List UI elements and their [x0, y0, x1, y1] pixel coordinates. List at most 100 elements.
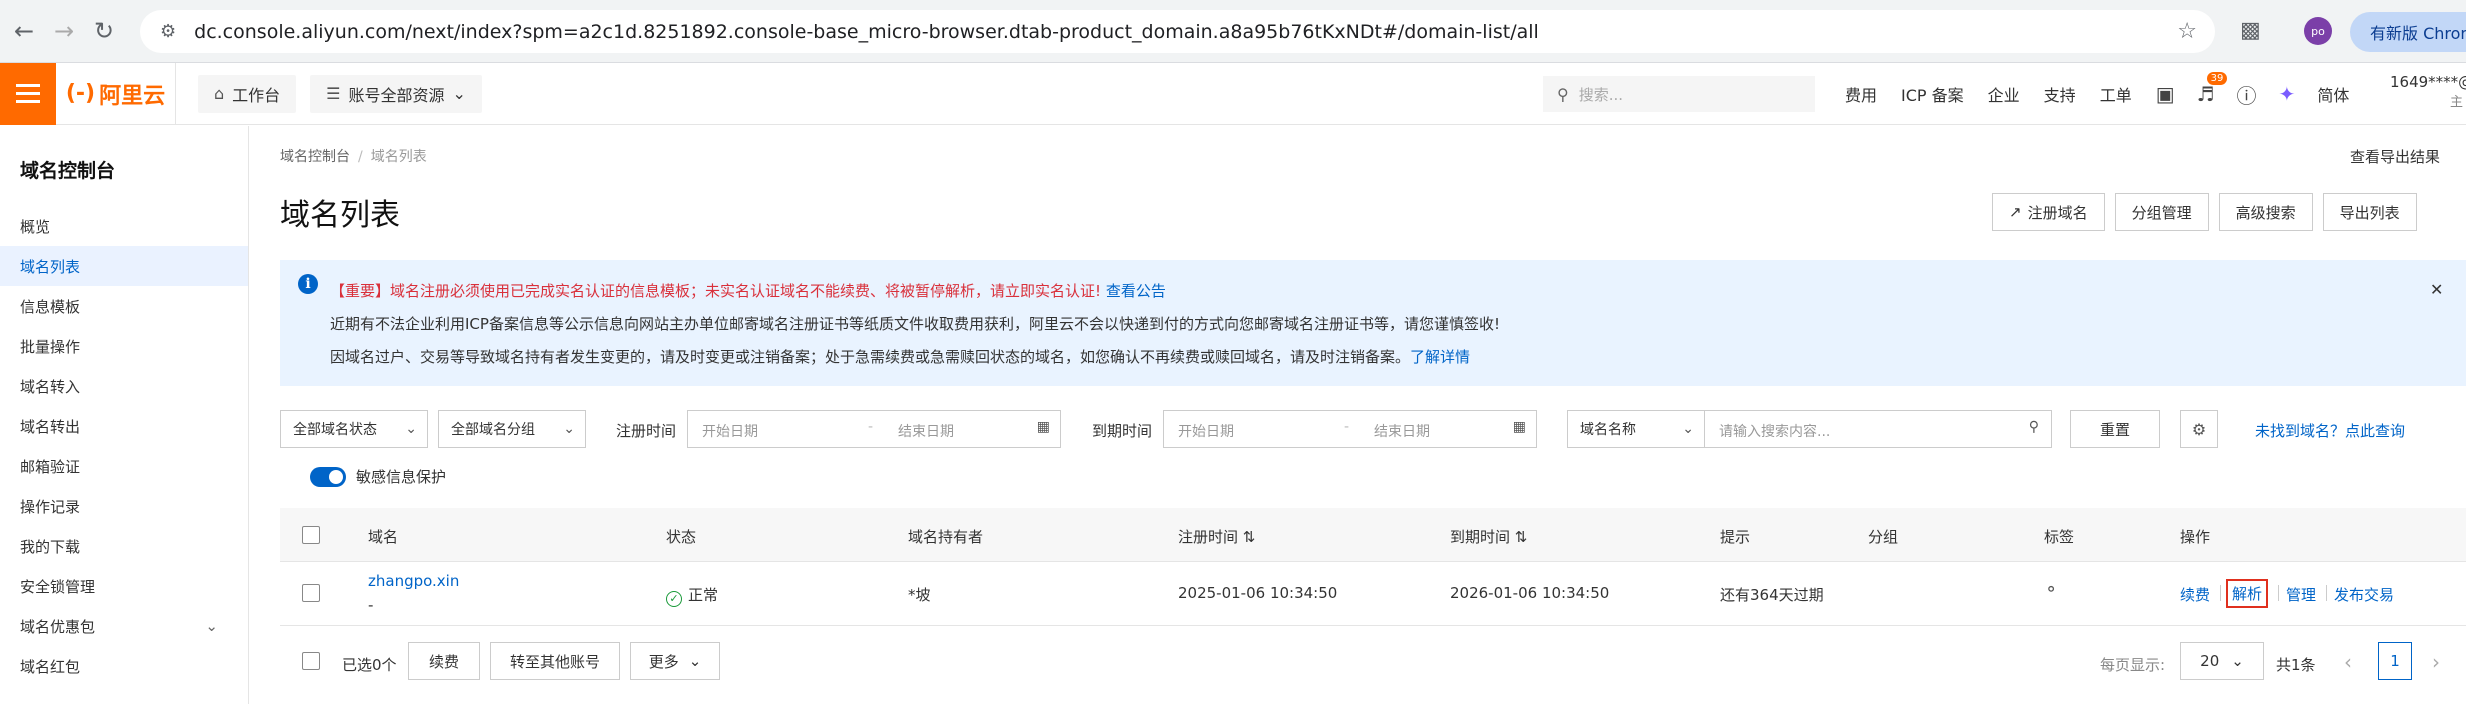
support-link[interactable]: 支持: [2044, 82, 2076, 106]
footer-select-all-checkbox[interactable]: [302, 652, 320, 670]
col-hint: 提示: [1720, 528, 1751, 546]
col-reg-time[interactable]: 注册时间 ⇅: [1178, 526, 1255, 547]
expire-time-label: 到期时间: [1092, 422, 1153, 440]
reg-date-range[interactable]: 开始日期 - 结束日期 ▦: [687, 410, 1061, 448]
sidebar-item-overview[interactable]: 概览: [0, 206, 248, 246]
status-select[interactable]: 全部域名状态 ⌄: [280, 410, 428, 448]
col-actions: 操作: [2180, 528, 2211, 546]
publish-trade-action[interactable]: 发布交易: [2334, 584, 2394, 605]
reset-button[interactable]: 重置: [2070, 410, 2160, 448]
row-checkbox[interactable]: [302, 584, 320, 602]
global-search-input[interactable]: ⚲ 搜索...: [1543, 76, 1815, 112]
sidebar: 域名控制台 概览 域名列表 信息模板 批量操作 域名转入 域名转出 邮箱验证 操…: [0, 126, 249, 704]
sort-icon: ⇅: [1242, 528, 1256, 546]
learn-more-link[interactable]: 了解详情: [1410, 348, 1470, 366]
search-icon: ⚲: [2028, 419, 2039, 435]
sidebar-item-transfer-in[interactable]: 域名转入: [0, 366, 248, 406]
new-chrome-version-button[interactable]: 有新版 Chrome: [2350, 12, 2466, 52]
register-domain-button[interactable]: ↗ 注册域名: [1992, 193, 2105, 231]
resolve-action[interactable]: 解析: [2226, 579, 2269, 608]
more-dropdown[interactable]: 更多 ⌄: [630, 642, 720, 680]
close-icon[interactable]: ✕: [2430, 280, 2443, 299]
help-icon[interactable]: ⓘ: [2237, 80, 2257, 109]
sidebar-item-email-verify[interactable]: 邮箱验证: [0, 446, 248, 486]
domain-sub: -: [368, 596, 374, 614]
breadcrumb-console[interactable]: 域名控制台: [280, 149, 350, 165]
domain-name-link[interactable]: zhangpo.xin: [368, 572, 459, 590]
ticket-link[interactable]: 工单: [2100, 82, 2132, 106]
select-all-checkbox[interactable]: [302, 526, 320, 544]
profile-avatar[interactable]: po: [2304, 17, 2332, 45]
back-icon[interactable]: ←: [4, 11, 44, 51]
billing-link[interactable]: 费用: [1845, 82, 1877, 106]
col-expire-time[interactable]: 到期时间 ⇅: [1450, 526, 1527, 547]
terminal-icon[interactable]: ▣: [2156, 82, 2175, 106]
sidebar-item-red-packet[interactable]: 域名红包: [0, 646, 248, 686]
export-list-button[interactable]: 导出列表: [2322, 193, 2417, 231]
address-bar[interactable]: ⚙ dc.console.aliyun.com/next/index?spm=a…: [140, 10, 2215, 53]
view-announcement-link[interactable]: 查看公告: [1106, 282, 1166, 300]
bell-icon[interactable]: ♬ 39: [2197, 72, 2228, 106]
workbench-button[interactable]: ⌂ 工作台: [198, 74, 297, 113]
status-cell: ✓ 正常: [666, 584, 718, 607]
privacy-toggle-label: 敏感信息保护: [356, 468, 447, 486]
owner-cell: *坡: [908, 586, 931, 604]
next-page-icon[interactable]: ›: [2432, 650, 2440, 674]
sidebar-item-info-template[interactable]: 信息模板: [0, 286, 248, 326]
sidebar-item-transfer-out[interactable]: 域名转出: [0, 406, 248, 446]
filter-bar: 全部域名状态 ⌄ 全部域名分组 ⌄ 注册时间 开始日期 - 结束日期 ▦ 到期时间 开始日…: [280, 410, 2466, 450]
sidebar-item-domain-list[interactable]: 域名列表: [0, 246, 248, 286]
batch-renew-button[interactable]: 续费: [408, 642, 480, 680]
group-manage-button[interactable]: 分组管理: [2114, 193, 2209, 231]
browser-chrome: ← → ↻ ⚙ dc.console.aliyun.com/next/index…: [0, 0, 2466, 63]
sidebar-item-discount-pack[interactable]: 域名优惠包 ⌄: [0, 606, 248, 646]
reload-icon[interactable]: ↻: [84, 11, 124, 51]
check-circle-icon: ✓: [666, 591, 682, 607]
table-header: 域名 状态 域名持有者 注册时间 ⇅ 到期时间 ⇅ 提示 分组 标签 操作: [280, 508, 2466, 562]
chevron-down-icon: ⌄: [563, 421, 575, 437]
view-export-results-link[interactable]: 查看导出结果: [2350, 146, 2440, 167]
transfer-account-button[interactable]: 转至其他账号: [490, 642, 620, 680]
search-icon: ⚲: [1557, 84, 1569, 104]
language-switch[interactable]: 简体: [2317, 82, 2349, 106]
group-select[interactable]: 全部域名分组 ⌄: [438, 410, 586, 448]
domain-search-input[interactable]: 请输入搜索内容... ⚲: [1704, 410, 2052, 448]
renew-action[interactable]: 续费: [2180, 584, 2210, 605]
col-domain: 域名: [368, 528, 399, 546]
enterprise-link[interactable]: 企业: [1988, 82, 2020, 106]
manage-action[interactable]: 管理: [2286, 584, 2316, 605]
table-row: zhangpo.xin - ✓ 正常 *坡 2025-01-06 10:34:50…: [280, 562, 2466, 626]
icp-link[interactable]: ICP 备案: [1901, 82, 1964, 106]
menu-icon[interactable]: [0, 62, 56, 125]
sidebar-item-batch-ops[interactable]: 批量操作: [0, 326, 248, 366]
site-info-icon[interactable]: ⚙: [160, 21, 176, 42]
col-owner: 域名持有者: [908, 528, 984, 546]
not-found-query-link[interactable]: 未找到域名？点此查询: [2255, 420, 2405, 441]
extensions-icon[interactable]: ▩: [2240, 18, 2261, 43]
prev-page-icon[interactable]: ‹: [2344, 650, 2352, 674]
reg-time-label: 注册时间: [616, 422, 677, 440]
external-link-icon: ↗: [2009, 203, 2022, 221]
sidebar-item-op-log[interactable]: 操作记录: [0, 486, 248, 526]
sidebar-item-security-lock[interactable]: 安全锁管理: [0, 566, 248, 606]
privacy-toggle[interactable]: [310, 466, 346, 487]
forward-icon[interactable]: →: [44, 11, 84, 51]
sidebar-item-downloads[interactable]: 我的下载: [0, 526, 248, 566]
calendar-icon: ▦: [1512, 419, 1526, 435]
expire-date-range[interactable]: 开始日期 - 结束日期 ▦: [1163, 410, 1537, 448]
aliyun-logo[interactable]: (-) 阿里云: [56, 62, 176, 125]
bookmark-star-icon[interactable]: ☆: [2177, 19, 2197, 44]
tag-icon[interactable]: ⚬: [2044, 580, 2058, 600]
settings-gear-icon[interactable]: ⚙: [2180, 410, 2218, 448]
total-count: 共1条: [2276, 656, 2316, 674]
account-menu[interactable]: 1649****@ 主: [2390, 73, 2466, 110]
advanced-search-button[interactable]: 高级搜索: [2218, 193, 2313, 231]
chevron-down-icon: ⌄: [205, 617, 218, 635]
per-page-select[interactable]: 20 ⌄: [2180, 642, 2264, 680]
page-number-current[interactable]: 1: [2378, 642, 2412, 680]
resources-dropdown[interactable]: ☰ 账号全部资源 ⌄: [310, 74, 482, 113]
search-field-select[interactable]: 域名名称 ⌄: [1567, 410, 1705, 448]
breadcrumb-current: 域名列表: [370, 149, 427, 165]
notice-banner: i 【重要】域名注册必须使用已完成实名认证的信息模板；未实名认证域名不能续费、将…: [280, 260, 2466, 386]
assistant-icon[interactable]: ✦: [2279, 82, 2296, 106]
